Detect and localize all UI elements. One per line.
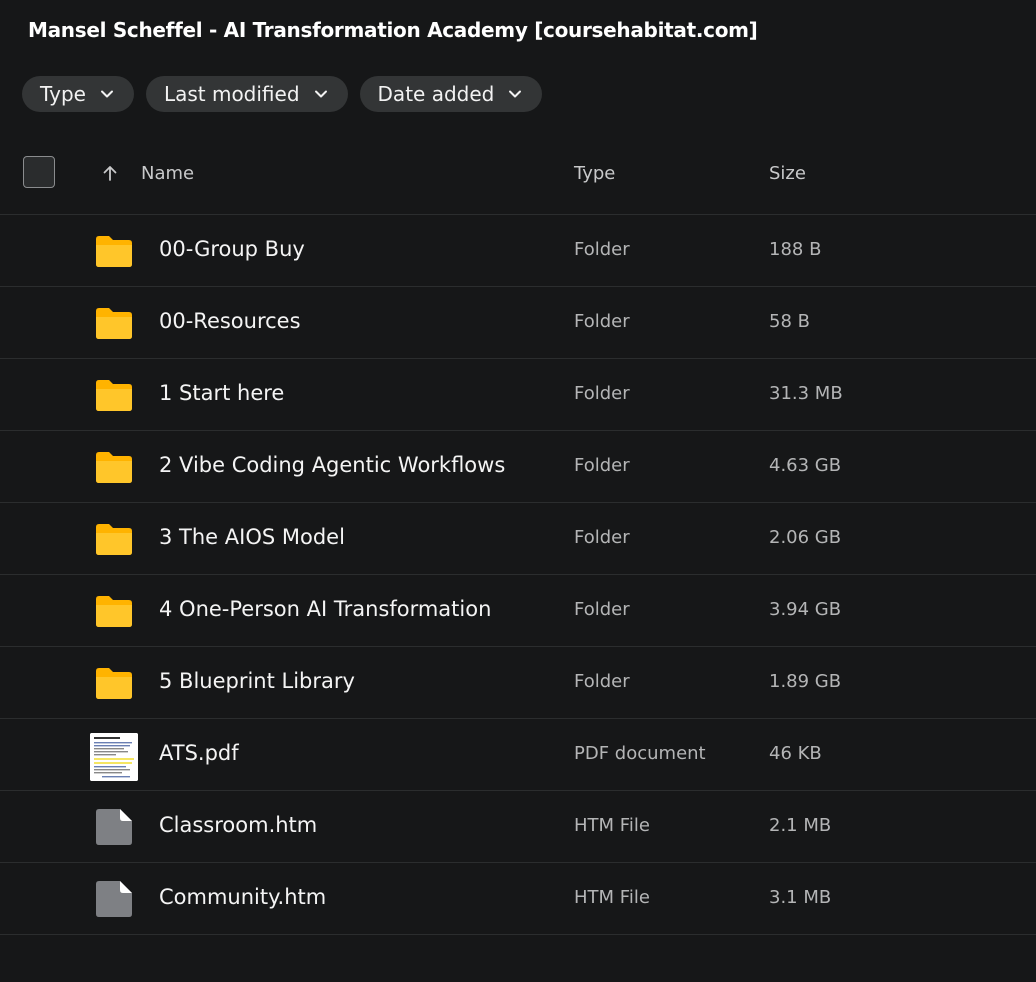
- table-header: Name Type Size: [0, 140, 1036, 215]
- row-type: Folder: [574, 311, 630, 332]
- chevron-down-icon: [312, 85, 330, 103]
- column-header-type[interactable]: Type: [574, 163, 615, 184]
- folder-icon: [96, 449, 132, 485]
- select-all-checkbox[interactable]: [23, 156, 55, 188]
- row-name: 2 Vibe Coding Agentic Workflows: [159, 453, 506, 477]
- row-size: 188 B: [769, 239, 822, 260]
- filter-bar: Type Last modified Date added: [22, 76, 543, 112]
- folder-icon: [96, 377, 132, 413]
- column-header-size[interactable]: Size: [769, 163, 806, 184]
- row-type: Folder: [574, 239, 630, 260]
- row-type: Folder: [574, 455, 630, 476]
- page-title: Mansel Scheffel - AI Transformation Acad…: [28, 18, 758, 42]
- pdf-thumbnail-icon: [90, 733, 138, 781]
- row-type: PDF document: [574, 743, 706, 764]
- filter-date-added-label: Date added: [377, 82, 495, 106]
- row-size: 4.63 GB: [769, 455, 842, 476]
- table-row[interactable]: Classroom.htm HTM File 2.1 MB: [0, 791, 1036, 863]
- file-browser: Mansel Scheffel - AI Transformation Acad…: [0, 0, 1036, 982]
- row-name: 4 One-Person AI Transformation: [159, 597, 492, 621]
- row-name: 00-Resources: [159, 309, 301, 333]
- file-icon: [96, 809, 132, 845]
- row-type: Folder: [574, 599, 630, 620]
- chevron-down-icon: [98, 85, 116, 103]
- table-row[interactable]: 1 Start here Folder 31.3 MB: [0, 359, 1036, 431]
- row-name: Classroom.htm: [159, 813, 318, 837]
- folder-icon: [96, 665, 132, 701]
- row-name: 5 Blueprint Library: [159, 669, 355, 693]
- row-type: Folder: [574, 671, 630, 692]
- filter-type-label: Type: [40, 82, 86, 106]
- row-size: 1.89 GB: [769, 671, 842, 692]
- row-size: 46 KB: [769, 743, 822, 764]
- filter-last-modified-chip[interactable]: Last modified: [145, 76, 348, 112]
- folder-icon: [96, 233, 132, 269]
- arrow-up-icon[interactable]: [100, 163, 120, 183]
- folder-icon: [96, 521, 132, 557]
- table-row[interactable]: ATS.pdf PDF document 46 KB: [0, 719, 1036, 791]
- row-size: 2.06 GB: [769, 527, 842, 548]
- row-size: 3.94 GB: [769, 599, 842, 620]
- row-name: ATS.pdf: [159, 741, 239, 765]
- folder-icon: [96, 593, 132, 629]
- row-size: 3.1 MB: [769, 887, 832, 908]
- row-name: 3 The AIOS Model: [159, 525, 345, 549]
- file-icon: [96, 881, 132, 917]
- row-name: Community.htm: [159, 885, 327, 909]
- row-type: Folder: [574, 527, 630, 548]
- filter-last-modified-label: Last modified: [163, 82, 300, 106]
- table-row[interactable]: Community.htm HTM File 3.1 MB: [0, 863, 1036, 935]
- row-type: Folder: [574, 383, 630, 404]
- row-type: HTM File: [574, 815, 650, 836]
- row-size: 58 B: [769, 311, 810, 332]
- table-row[interactable]: 3 The AIOS Model Folder 2.06 GB: [0, 503, 1036, 575]
- row-size: 31.3 MB: [769, 383, 843, 404]
- table-row[interactable]: 4 One-Person AI Transformation Folder 3.…: [0, 575, 1036, 647]
- filter-date-added-chip[interactable]: Date added: [359, 76, 543, 112]
- row-type: HTM File: [574, 887, 650, 908]
- table-row[interactable]: 00-Group Buy Folder 188 B: [0, 215, 1036, 287]
- table-row[interactable]: 00-Resources Folder 58 B: [0, 287, 1036, 359]
- row-name: 00-Group Buy: [159, 237, 305, 261]
- file-list: 00-Group Buy Folder 188 B 00-Resources F…: [0, 215, 1036, 935]
- filter-type-chip[interactable]: Type: [22, 76, 134, 112]
- folder-icon: [96, 305, 132, 341]
- column-header-name[interactable]: Name: [141, 163, 194, 184]
- table-row[interactable]: 2 Vibe Coding Agentic Workflows Folder 4…: [0, 431, 1036, 503]
- row-size: 2.1 MB: [769, 815, 832, 836]
- table-row[interactable]: 5 Blueprint Library Folder 1.89 GB: [0, 647, 1036, 719]
- row-name: 1 Start here: [159, 381, 285, 405]
- chevron-down-icon: [506, 85, 524, 103]
